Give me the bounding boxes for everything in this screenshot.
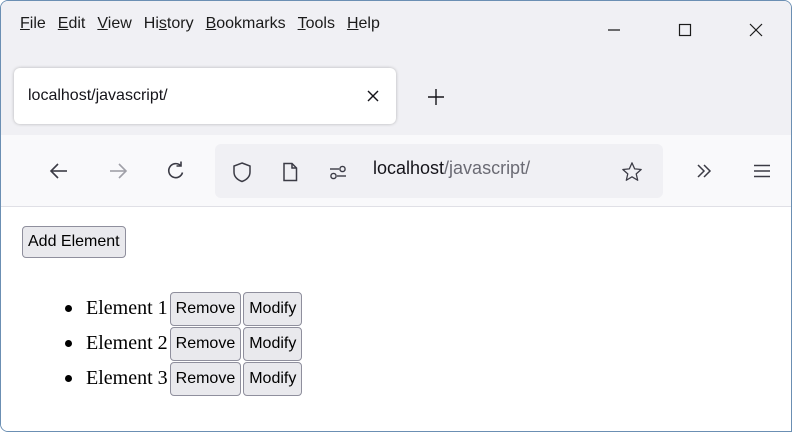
reload-icon xyxy=(168,161,184,179)
tracking-protection-button[interactable] xyxy=(231,161,253,183)
close-icon xyxy=(749,23,762,37)
tab-active[interactable]: localhost/javascript/ xyxy=(14,68,396,124)
app-menu-button[interactable] xyxy=(745,154,779,188)
remove-button[interactable]: Remove xyxy=(169,291,242,326)
menu-history[interactable]: History xyxy=(144,15,194,33)
minimize-icon xyxy=(607,29,620,31)
element-label: Element 2 xyxy=(86,332,168,354)
shield-icon xyxy=(233,162,251,183)
modify-button[interactable]: Modify xyxy=(243,291,303,326)
new-tab-button[interactable] xyxy=(419,80,453,114)
bullet xyxy=(65,375,72,382)
modify-button[interactable]: Modify xyxy=(243,361,303,396)
bookmark-star-button[interactable] xyxy=(621,161,643,183)
site-info-button[interactable] xyxy=(279,161,301,183)
url-bar[interactable]: localhost/javascript/ xyxy=(215,144,663,198)
back-button[interactable] xyxy=(42,154,76,188)
menu-bar: File Edit View History Bookmarks Tools H… xyxy=(1,1,791,59)
bullet xyxy=(65,340,72,347)
element-list: Element 1 Remove Modify Element 2 Remove… xyxy=(65,291,304,396)
url-text: localhost/javascript/ xyxy=(373,158,530,179)
tab-close-button[interactable] xyxy=(362,85,384,107)
page-content: Add Element Element 1 Remove Modify Elem… xyxy=(1,207,791,431)
permissions-icon xyxy=(330,165,346,180)
remove-button[interactable]: Remove xyxy=(169,326,242,361)
menu-items: File Edit View History Bookmarks Tools H… xyxy=(1,1,392,33)
permissions-button[interactable] xyxy=(327,161,349,183)
minimize-button[interactable] xyxy=(578,1,649,59)
remove-button[interactable]: Remove xyxy=(169,361,242,396)
star-icon xyxy=(622,162,642,181)
url-path: /javascript/ xyxy=(444,158,531,178)
forward-button[interactable] xyxy=(101,154,135,188)
menu-file[interactable]: File xyxy=(20,15,46,33)
menu-view[interactable]: View xyxy=(97,15,131,33)
overflow-chevrons-icon xyxy=(697,164,712,178)
maximize-icon xyxy=(678,23,691,37)
browser-window: File Edit View History Bookmarks Tools H… xyxy=(0,0,792,432)
menu-tools[interactable]: Tools xyxy=(298,15,335,33)
modify-button[interactable]: Modify xyxy=(243,326,303,361)
tab-close-icon xyxy=(367,90,379,102)
element-label: Element 1 xyxy=(86,297,168,319)
url-host: localhost xyxy=(373,158,445,178)
back-arrow-icon xyxy=(49,163,67,179)
menu-edit[interactable]: Edit xyxy=(58,15,86,33)
overflow-menu-button[interactable] xyxy=(687,154,721,188)
close-window-button[interactable] xyxy=(720,1,791,59)
reload-button[interactable] xyxy=(159,154,193,188)
page-icon xyxy=(283,162,298,182)
menu-help[interactable]: Help xyxy=(347,15,380,33)
element-label: Element 3 xyxy=(86,367,168,389)
menu-bookmarks[interactable]: Bookmarks xyxy=(206,15,286,33)
forward-arrow-icon xyxy=(110,163,128,179)
list-item: Element 2 Remove Modify xyxy=(65,326,304,361)
maximize-button[interactable] xyxy=(649,1,720,59)
window-controls xyxy=(578,1,791,59)
nav-toolbar: localhost/javascript/ xyxy=(1,135,791,207)
tab-strip: localhost/javascript/ xyxy=(1,59,791,135)
plus-icon xyxy=(428,89,444,105)
hamburger-menu-icon xyxy=(754,164,770,178)
tab-title: localhost/javascript/ xyxy=(28,87,168,104)
list-item: Element 3 Remove Modify xyxy=(65,361,304,396)
bullet xyxy=(65,305,72,312)
list-item: Element 1 Remove Modify xyxy=(65,291,304,326)
add-element-button[interactable]: Add Element xyxy=(22,226,126,258)
